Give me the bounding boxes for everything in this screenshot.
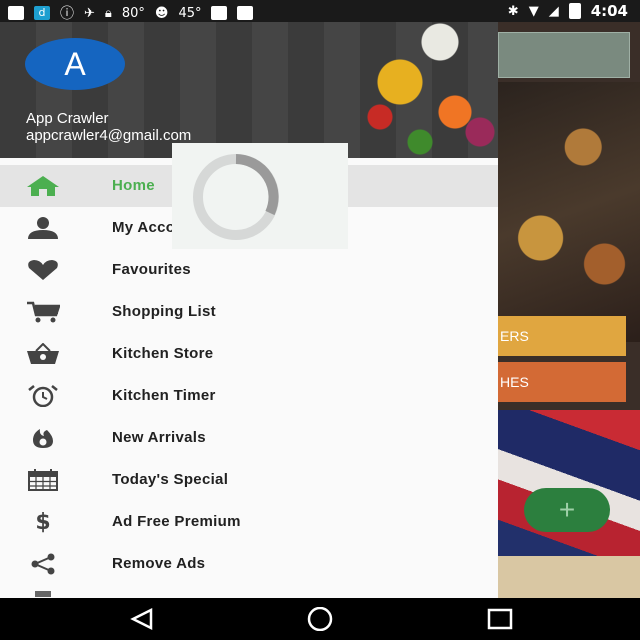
menu-item-label: Ad Free Premium <box>112 513 241 530</box>
drawer-header: A App Crawler appcrawler4@gmail.com <box>0 22 498 158</box>
menu-item-label: New Arrivals <box>112 429 206 446</box>
menu-item-ad-free-premium[interactable]: $ Ad Free Premium <box>0 501 498 543</box>
loading-spinner-icon <box>193 154 279 240</box>
menu-item-shopping-list[interactable]: Shopping List <box>0 291 498 333</box>
background-app: ERS HES + <box>498 22 640 598</box>
partial-icon <box>25 587 61 597</box>
home-nav-icon[interactable] <box>305 607 335 631</box>
navigation-drawer: A App Crawler appcrawler4@gmail.com Home… <box>0 22 498 598</box>
temp1-text: 80° <box>121 5 145 21</box>
menu-item-label: Kitchen Timer <box>112 387 216 404</box>
back-icon[interactable] <box>127 607 157 631</box>
android-icon: ☻ <box>154 5 169 21</box>
navigation-bar <box>0 598 640 640</box>
menu-item-label: Favourites <box>112 261 191 278</box>
menu-item-partial[interactable] <box>0 585 498 598</box>
menu-item-kitchen-store[interactable]: Kitchen Store <box>0 333 498 375</box>
menu-item-label: Home <box>112 177 155 194</box>
cart-icon <box>25 300 61 324</box>
background-pattern-image <box>498 410 640 560</box>
alarm-clock-icon <box>25 384 61 408</box>
flame-icon <box>25 426 61 450</box>
signal-icon: ◢ <box>548 3 559 19</box>
menu-item-new-arrivals[interactable]: New Arrivals <box>0 417 498 459</box>
background-toolbar <box>498 32 630 78</box>
recents-icon[interactable] <box>485 607 515 631</box>
message-icon <box>8 6 24 20</box>
lock-icon: 🔒︎ <box>104 5 112 21</box>
background-food-image <box>498 82 640 342</box>
wifi-icon: ▼ <box>528 3 539 19</box>
background-bottom-image <box>498 556 640 598</box>
menu-item-label: Remove Ads <box>112 555 206 572</box>
briefcase-icon <box>237 6 254 20</box>
user-email: appcrawler4@gmail.com <box>26 127 192 144</box>
menu-item-label: Shopping List <box>112 303 216 320</box>
avatar[interactable]: A <box>25 38 125 90</box>
photo-icon <box>211 6 228 20</box>
basket-icon <box>25 342 61 366</box>
menu-item-kitchen-timer[interactable]: Kitchen Timer <box>0 375 498 417</box>
temp2-text: 45° <box>178 5 202 21</box>
loading-dialog <box>172 143 348 249</box>
menu-item-label: Today's Special <box>112 471 229 488</box>
share-icon <box>25 552 61 576</box>
bluetooth-icon: ✱ <box>507 3 519 19</box>
menu-item-todays-special[interactable]: Today's Special <box>0 459 498 501</box>
info-icon: ⓘ <box>60 6 74 22</box>
background-button-2: HES <box>498 362 626 402</box>
clock-time: 4:04 <box>590 2 628 20</box>
satellite-icon: ✈ <box>84 5 95 21</box>
dollar-icon: $ <box>35 509 51 535</box>
menu-item-favourites[interactable]: Favourites <box>0 249 498 291</box>
add-fab-button[interactable]: + <box>524 488 610 532</box>
menu-item-remove-ads[interactable]: Remove Ads <box>0 543 498 585</box>
calendar-icon <box>25 468 61 492</box>
home-icon <box>25 174 61 198</box>
heart-icon <box>25 258 61 282</box>
person-icon <box>25 216 61 240</box>
user-name: App Crawler <box>26 110 109 127</box>
status-bar: d ⓘ ✈ 🔒︎ 80° ☻ 45° ✱ ▼ ◢ 4:04 <box>0 0 640 22</box>
battery-icon <box>568 3 581 19</box>
background-button-1: ERS <box>498 316 626 356</box>
app-d-icon: d <box>34 6 50 20</box>
menu-item-label: Kitchen Store <box>112 345 214 362</box>
